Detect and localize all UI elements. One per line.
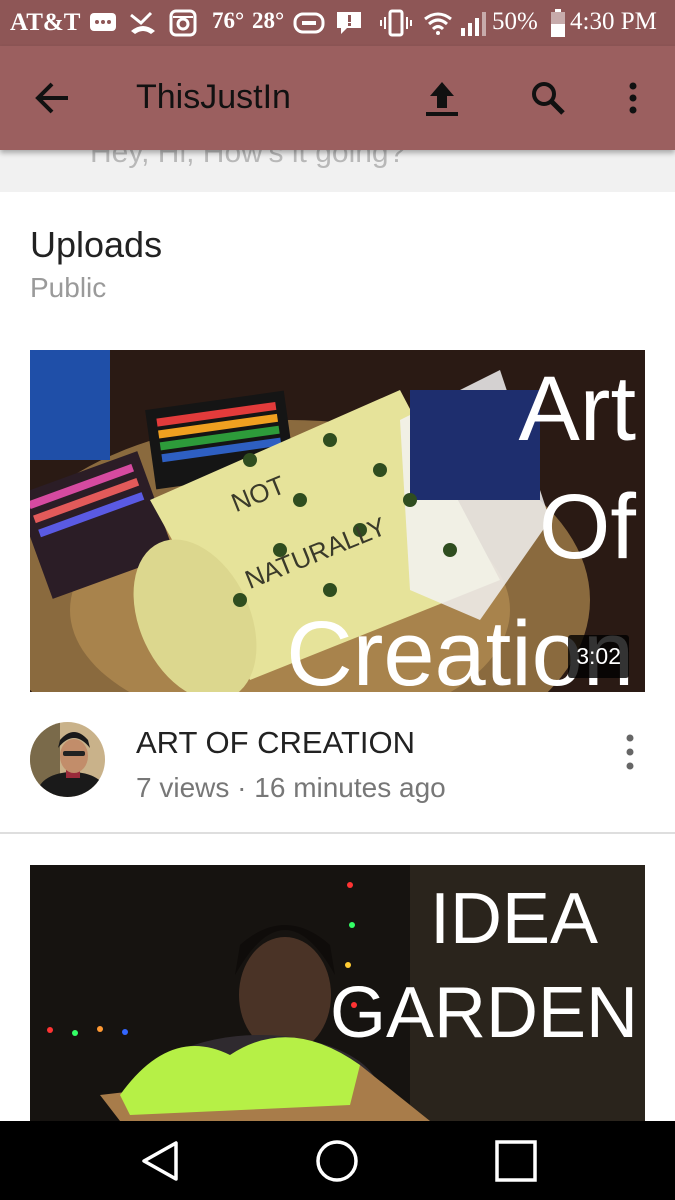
- carrier-label: AT&T: [10, 9, 81, 36]
- video-views: 7 views: [136, 772, 230, 803]
- temperature-now: 76°: [212, 8, 245, 33]
- message-icon: [88, 9, 118, 37]
- uploads-heading[interactable]: Uploads: [30, 224, 162, 266]
- video-more-vert-icon[interactable]: [612, 730, 648, 774]
- vibrate-icon: [380, 9, 412, 37]
- uploads-visibility: Public: [30, 272, 107, 303]
- previous-card-fragment: Hey, Hi, How's it going?: [0, 150, 675, 192]
- video-title[interactable]: ART OF CREATION: [136, 725, 415, 761]
- recents-square-icon[interactable]: [492, 1137, 540, 1185]
- video-thumbnail-2[interactable]: IDEA GARDEN: [30, 865, 645, 1121]
- navigation-bar: [0, 1121, 675, 1200]
- wifi-icon: [422, 9, 454, 37]
- signal-icon: [458, 9, 490, 37]
- temperature-low: 28°: [252, 8, 285, 33]
- gamepad-icon: [292, 9, 326, 37]
- battery-icon: [550, 9, 566, 37]
- video-meta-row[interactable]: ART OF CREATION 7 views · 16 minutes ago: [0, 692, 675, 832]
- video-thumbnail[interactable]: NOT NATURALLY Art Of Creation 3:02: [30, 350, 645, 692]
- thumbnail-2-title-line-1: IDEA: [430, 879, 598, 959]
- channel-title: ThisJustIn: [136, 78, 291, 116]
- avatar[interactable]: [30, 722, 105, 797]
- status-bar: AT&T 76° 28° 50% 4:30 PM: [0, 0, 675, 46]
- thumbnail-title-line-1: Art: [518, 358, 636, 460]
- back-arrow-icon[interactable]: [26, 72, 78, 124]
- stats-separator: ·: [237, 772, 247, 803]
- thumbnail-2-title-line-2: GARDEN: [330, 973, 638, 1053]
- video-stats: 7 views · 16 minutes ago: [136, 772, 446, 804]
- battery-percent: 50%: [492, 8, 538, 35]
- missed-call-icon: [128, 9, 158, 37]
- thumbnail-title-line-2: Of: [539, 476, 637, 578]
- instagram-icon: [168, 9, 198, 37]
- back-triangle-icon[interactable]: [136, 1137, 184, 1185]
- upload-icon[interactable]: [414, 70, 470, 126]
- more-vert-icon[interactable]: [610, 70, 656, 126]
- search-icon[interactable]: [520, 70, 576, 126]
- alert-message-icon: [334, 9, 364, 37]
- previous-card-text: Hey, Hi, How's it going?: [90, 150, 406, 169]
- divider: [0, 832, 675, 834]
- video-duration: 3:02: [568, 635, 629, 678]
- app-bar: ThisJustIn: [0, 46, 675, 150]
- clock: 4:30 PM: [570, 8, 657, 35]
- home-circle-icon[interactable]: [313, 1137, 361, 1185]
- video-age: 16 minutes ago: [254, 772, 446, 803]
